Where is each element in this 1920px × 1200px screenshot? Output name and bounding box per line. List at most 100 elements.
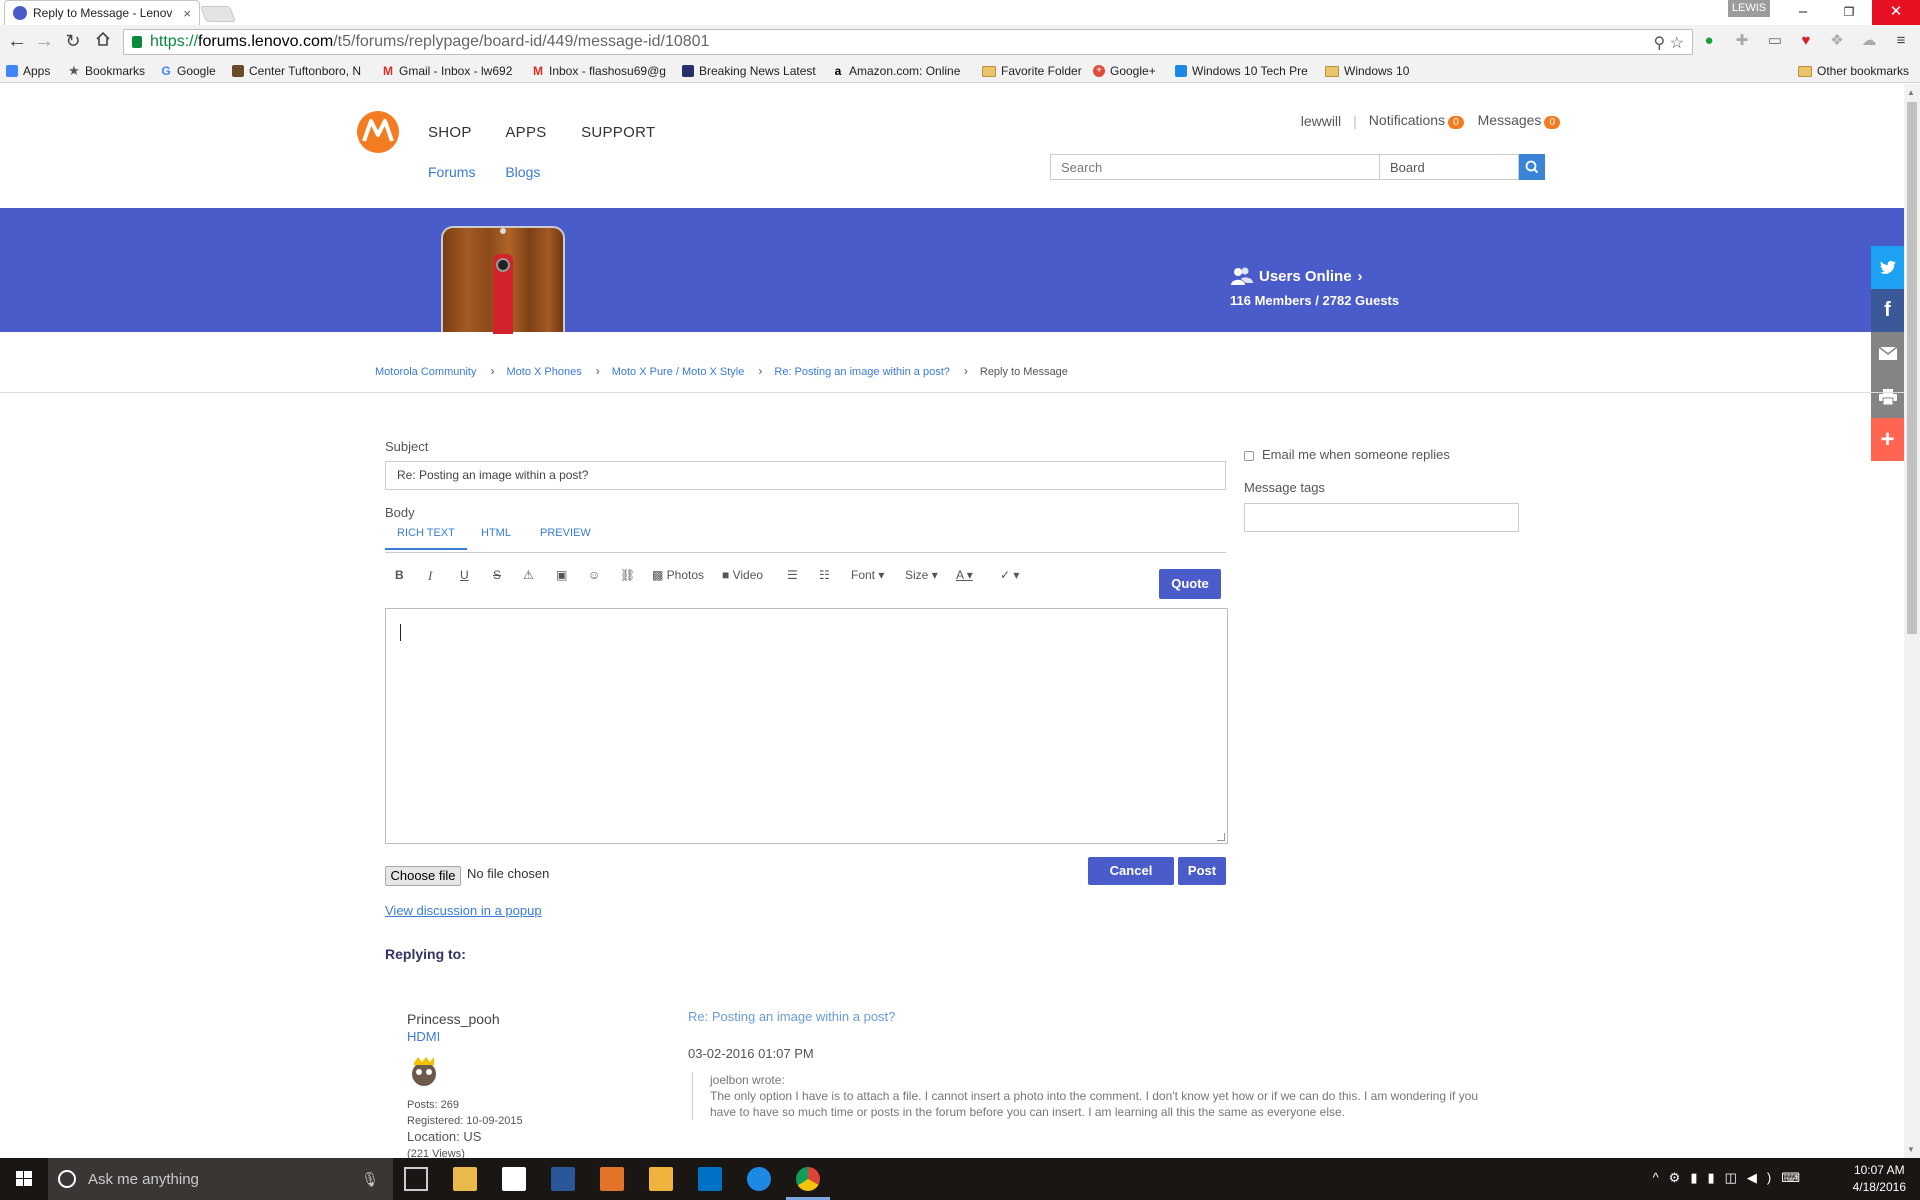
scrollbar-thumb[interactable] [1907, 102, 1917, 634]
messages-link[interactable]: Messages 0 [1478, 112, 1560, 129]
link-icon[interactable]: ⛓ [620, 568, 635, 582]
tab-preview[interactable]: PREVIEW [540, 527, 591, 539]
other-bookmarks[interactable]: Other bookmarks [1798, 62, 1909, 80]
bookmark-item[interactable]: Breaking News Latest [682, 62, 816, 80]
microphone-icon[interactable]: 🎙 [361, 1171, 379, 1188]
nav-blogs[interactable]: Blogs [505, 164, 540, 180]
post-rank[interactable]: HDMI [407, 1029, 440, 1044]
edge-icon[interactable] [747, 1167, 771, 1191]
bookmark-item[interactable]: a Amazon.com: Online [832, 62, 961, 80]
warning-icon[interactable]: ⚠ [523, 568, 534, 582]
nav-support[interactable]: SUPPORT [581, 124, 655, 141]
font-dropdown[interactable]: Font ▾ [851, 568, 884, 582]
tab-close-icon[interactable]: × [183, 6, 191, 21]
chrome-menu-icon[interactable]: ≡ [1892, 31, 1910, 51]
profile-button[interactable]: LEWIS [1728, 0, 1770, 17]
app-icon[interactable] [600, 1167, 624, 1191]
nav-apps[interactable]: APPS [505, 124, 546, 141]
file-explorer-icon[interactable] [453, 1167, 477, 1191]
task-view-icon[interactable] [404, 1167, 428, 1191]
emoji-icon[interactable]: ☺ [588, 568, 600, 582]
email-share-button[interactable] [1871, 332, 1904, 375]
page-scrollbar[interactable]: ▲ ▼ [1904, 84, 1920, 1158]
more-share-button[interactable]: + [1871, 418, 1904, 461]
nav-forums[interactable]: Forums [428, 164, 475, 180]
email-me-checkbox[interactable] [1244, 451, 1254, 461]
search-scope-select[interactable]: Board [1379, 154, 1519, 180]
zoom-icon[interactable]: ⚲ ☆ [1653, 33, 1684, 53]
store-icon[interactable] [502, 1167, 526, 1191]
strikethrough-button[interactable]: S [493, 568, 501, 582]
cloud-icon[interactable]: ☁ [1860, 31, 1878, 51]
search-input[interactable]: Search [1050, 154, 1380, 180]
nav-shop[interactable]: SHOP [428, 124, 472, 141]
facebook-share-button[interactable]: f [1871, 289, 1904, 332]
post-button[interactable]: Post [1178, 857, 1226, 885]
view-popup-link[interactable]: View discussion in a popup [385, 903, 542, 918]
motorola-logo[interactable] [357, 111, 399, 153]
bookmark-item[interactable]: Apps [6, 62, 50, 80]
browser-tab[interactable]: Reply to Message - Lenov × [4, 0, 200, 25]
bookmark-item[interactable]: ★ Bookmarks [68, 62, 145, 80]
users-online-link[interactable]: Users Online › [1230, 266, 1399, 286]
reload-icon[interactable]: ↻ [60, 28, 86, 54]
bookmark-item[interactable]: Windows 10 [1325, 62, 1409, 80]
breadcrumb-item[interactable]: Moto X Pure / Moto X Style [612, 366, 745, 378]
cortana-search-box[interactable]: Ask me anything 🎙 [48, 1158, 393, 1200]
close-window-button[interactable]: ✕ [1872, 0, 1920, 25]
spellcheck-dropdown[interactable]: ✓ ▾ [1000, 568, 1019, 582]
system-tray-icons[interactable]: ^⚙▮▮◫◀)⌨ [1653, 1170, 1810, 1186]
avatar[interactable] [408, 1055, 438, 1086]
dropbox-icon[interactable]: ❖ [1828, 31, 1846, 51]
word-icon[interactable] [551, 1167, 575, 1191]
address-bar[interactable]: https://forums.lenovo.com/t5/forums/repl… [123, 29, 1693, 55]
quote-button[interactable]: Quote [1159, 569, 1221, 599]
forward-arrow-icon[interactable]: → [31, 28, 57, 54]
extension-puzzle-icon[interactable]: ✚ [1733, 31, 1751, 51]
subject-input[interactable]: Re: Posting an image within a post? [385, 461, 1226, 490]
cast-icon[interactable]: ▭ [1766, 31, 1784, 51]
bookmark-item[interactable]: M Gmail - Inbox - lw692 [382, 62, 512, 80]
print-button[interactable] [1871, 375, 1904, 418]
bullet-list-icon[interactable]: ☷ [819, 568, 830, 582]
size-dropdown[interactable]: Size ▾ [905, 568, 938, 582]
bookmark-item[interactable]: M Inbox - flashosu69@g [532, 62, 666, 80]
bookmark-item[interactable]: + Google+ [1093, 62, 1156, 80]
text-color-dropdown[interactable]: A ▾ [956, 568, 973, 582]
username-link[interactable]: lewwill [1301, 113, 1341, 129]
bookmark-item[interactable]: Windows 10 Tech Pre [1175, 62, 1308, 80]
video-button[interactable]: ■ Video [722, 568, 763, 582]
start-button[interactable] [0, 1158, 48, 1200]
scroll-up-icon[interactable]: ▲ [1907, 88, 1915, 97]
bookmark-item[interactable]: Center Tuftonboro, N [232, 62, 361, 80]
breadcrumb-item[interactable]: Moto X Phones [506, 366, 581, 378]
new-tab-button[interactable] [200, 6, 236, 22]
choose-file-button[interactable]: Choose file [385, 866, 461, 886]
outlook-icon[interactable] [698, 1167, 722, 1191]
media-player-icon[interactable] [649, 1167, 673, 1191]
cancel-button[interactable]: Cancel [1088, 857, 1174, 885]
underline-button[interactable]: U [460, 568, 469, 582]
extension-leaf-icon[interactable]: ● [1700, 31, 1718, 51]
twitter-share-button[interactable] [1871, 246, 1904, 289]
bookmark-star-icon[interactable]: ☆ [1670, 35, 1684, 52]
post-title[interactable]: Re: Posting an image within a post? [688, 1009, 895, 1024]
breadcrumb-item[interactable]: Re: Posting an image within a post? [774, 366, 950, 378]
back-arrow-icon[interactable]: ← [4, 28, 30, 54]
numbered-list-icon[interactable]: ☰ [787, 568, 798, 582]
resize-grip[interactable] [1217, 833, 1225, 841]
system-clock[interactable]: 10:07 AM 4/18/2016 [1853, 1162, 1906, 1196]
breadcrumb-item[interactable]: Motorola Community [375, 366, 476, 378]
extension-heart-icon[interactable]: ♥ [1797, 31, 1815, 51]
post-author[interactable]: Princess_pooh [407, 1011, 500, 1027]
chrome-icon[interactable] [796, 1167, 820, 1191]
minimize-button[interactable]: – [1780, 0, 1826, 25]
notifications-link[interactable]: Notifications 0 [1369, 112, 1464, 129]
home-icon[interactable] [90, 28, 116, 54]
photos-button[interactable]: ▩ Photos [652, 568, 704, 582]
scroll-down-icon[interactable]: ▼ [1907, 1145, 1915, 1154]
tab-html[interactable]: HTML [481, 527, 511, 539]
message-body-editor[interactable] [385, 608, 1228, 844]
bookmark-item[interactable]: Favorite Folder [982, 62, 1082, 80]
search-button[interactable] [1519, 154, 1545, 180]
